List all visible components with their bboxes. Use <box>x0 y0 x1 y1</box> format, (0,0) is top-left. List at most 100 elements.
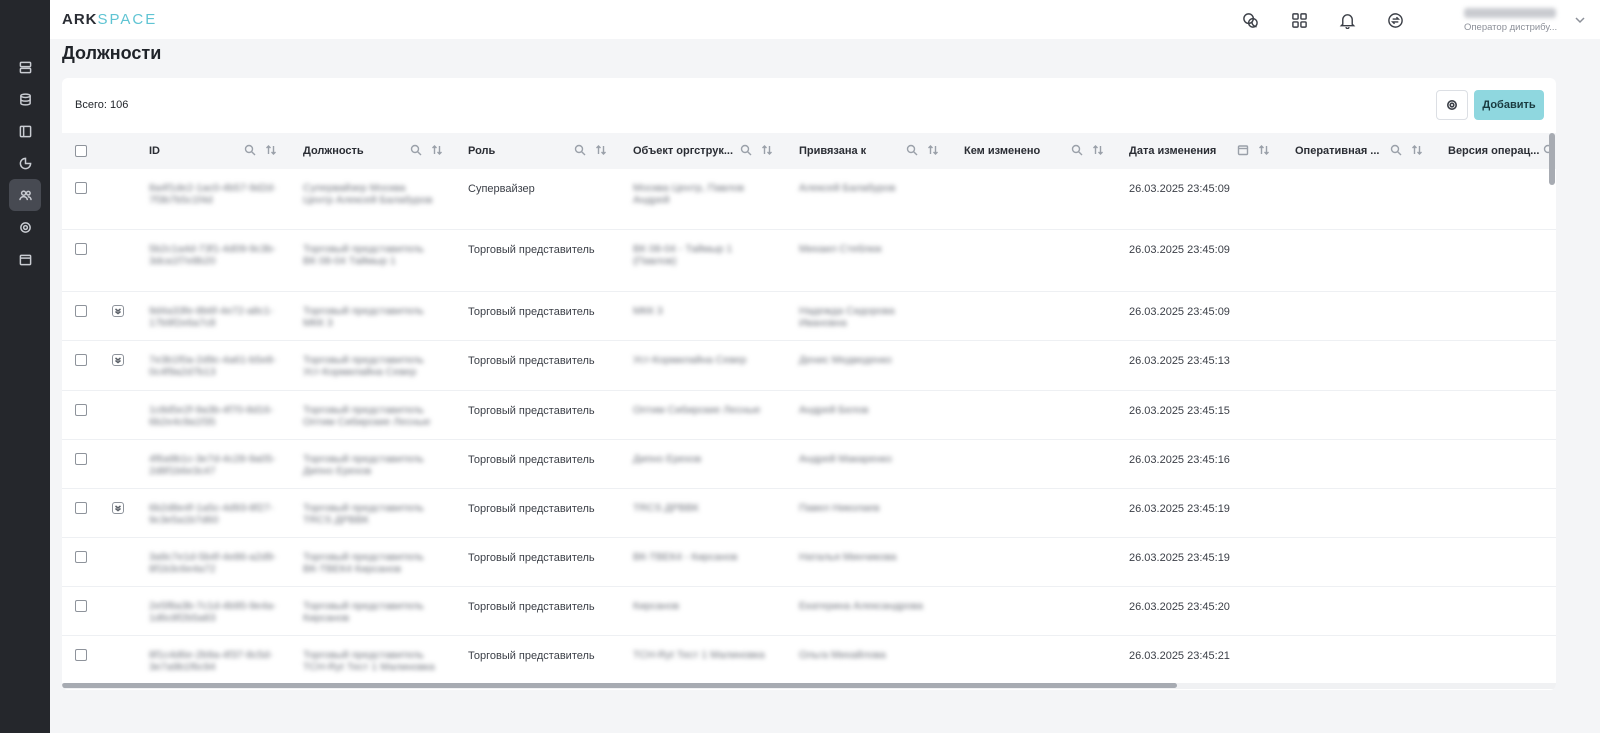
sidebar-item-layout[interactable] <box>9 115 41 147</box>
sidebar-item-users[interactable] <box>9 179 41 211</box>
calendar-icon <box>19 254 31 265</box>
row-checkbox[interactable] <box>75 600 87 612</box>
select-all-checkbox[interactable] <box>75 145 87 157</box>
search-icon[interactable] <box>906 144 918 156</box>
row-expand-button[interactable] <box>112 502 124 514</box>
column-header-changed-by[interactable]: Кем изменено <box>964 133 1040 169</box>
cell-change-date: 26.03.2025 23:45:09 <box>1129 306 1230 318</box>
sort-icon[interactable] <box>595 144 607 156</box>
table-row[interactable]: 2e5f8a3b-7c1d-4b95-9e4a-1d6c8f2b5a83 Тор… <box>62 587 1556 636</box>
cell-id: 8a4f1de2-1ac0-4b57-9d2d-7f3b7b5c1f4d <box>149 182 277 206</box>
user-name <box>1464 8 1556 18</box>
table-row[interactable]: 5b2c1a4d-73f1-4d09-9c3b-3dca1f7e8b20 Тор… <box>62 230 1556 292</box>
sidebar-item-settings[interactable] <box>9 211 41 243</box>
sort-icon[interactable] <box>1258 144 1270 156</box>
app-logo[interactable]: ARKSPACE <box>62 11 157 28</box>
table-settings-button[interactable] <box>1436 90 1468 120</box>
chat-icon <box>1242 12 1258 28</box>
sidebar-item-calendar[interactable] <box>9 243 41 275</box>
table-row[interactable]: 9d4a33fe-8b6f-4e72-a8c1-17b9f2e6a7c8 Тор… <box>62 292 1556 341</box>
vertical-scrollbar[interactable] <box>1549 133 1555 185</box>
user-menu[interactable]: Оператор дистрибу... <box>1464 5 1574 33</box>
column-header-position[interactable]: Должность <box>303 133 364 169</box>
sidebar-item-reports[interactable] <box>9 147 41 179</box>
row-checkbox[interactable] <box>75 182 87 194</box>
cell-bound-to: Наталья Минчикова <box>799 551 897 563</box>
cell-change-date: 26.03.2025 23:45:20 <box>1129 601 1230 613</box>
cell-id: 4f6a9b1c-3e7d-4c28-9a05-2d8f1b6e3c47 <box>149 453 276 477</box>
sort-icon[interactable] <box>761 144 773 156</box>
sort-icon[interactable] <box>1092 144 1104 156</box>
cell-org-object: Оптим Сибирские Лесные <box>633 404 761 416</box>
column-header-role[interactable]: Роль <box>468 133 495 169</box>
row-checkbox[interactable] <box>75 453 87 465</box>
grid-icon <box>1291 12 1307 28</box>
search-icon[interactable] <box>1071 144 1083 156</box>
chevron-down-icon[interactable] <box>1574 13 1586 25</box>
cell-org-object: ВК 08-04 - Таймыр 1 (Павлов) <box>633 243 733 267</box>
column-header-operational[interactable]: Оперативная ... <box>1295 133 1379 169</box>
cell-bound-to: Андрей Белов <box>799 404 869 416</box>
notifications-button[interactable] <box>1336 9 1358 31</box>
search-icon[interactable] <box>574 144 586 156</box>
database-icon <box>19 92 31 106</box>
row-checkbox[interactable] <box>75 502 87 514</box>
cell-change-date: 26.03.2025 23:45:21 <box>1129 650 1230 662</box>
table-row[interactable]: 8f1c4d6e-2b9a-4f37-8c5d-3e7a9b1f6c94 Тор… <box>62 636 1556 683</box>
row-checkbox[interactable] <box>75 551 87 563</box>
table-header: ID Должность Роль Объект оргструк... При… <box>62 133 1556 169</box>
row-checkbox[interactable] <box>75 243 87 255</box>
chat-button[interactable] <box>1239 9 1261 31</box>
column-header-change-date[interactable]: Дата изменения <box>1129 133 1216 169</box>
cell-bound-to: Екатерина Александрова <box>799 600 923 612</box>
table-row[interactable]: 4f6a9b1c-3e7d-4c28-9a05-2d8f1b6e3c47 Тор… <box>62 440 1556 489</box>
row-expand-button[interactable] <box>112 354 124 366</box>
column-header-org-object[interactable]: Объект оргструк... <box>633 133 733 169</box>
row-checkbox[interactable] <box>75 305 87 317</box>
cell-change-date: 26.03.2025 23:45:16 <box>1129 454 1230 466</box>
sort-icon[interactable] <box>265 144 277 156</box>
row-checkbox[interactable] <box>75 404 87 416</box>
cell-bound-to: Павел Николаев <box>799 502 880 514</box>
chevron-down-icon <box>115 505 121 512</box>
calendar-icon[interactable] <box>1237 144 1249 156</box>
sidebar-item-database[interactable] <box>9 83 41 115</box>
sidebar-item-servers[interactable] <box>9 51 41 83</box>
apps-button[interactable] <box>1288 9 1310 31</box>
table-row[interactable]: 3a9c7e1d-5b4f-4e86-a2d9-8f1b3c6e4a72 Тор… <box>62 538 1556 587</box>
sort-icon[interactable] <box>1411 144 1423 156</box>
search-icon[interactable] <box>1390 144 1402 156</box>
cell-role: Торговый представитель <box>468 552 595 564</box>
search-icon[interactable] <box>410 144 422 156</box>
horizontal-scrollbar[interactable] <box>62 683 1177 688</box>
server-icon <box>19 61 31 73</box>
cell-org-object: Дипно Ерехов <box>633 453 702 465</box>
pie-chart-icon <box>19 157 31 169</box>
row-expand-button[interactable] <box>112 305 124 317</box>
cell-id: 5b2c1a4d-73f1-4d09-9c3b-3dca1f7e8b20 <box>149 243 276 267</box>
table-row[interactable]: 7e3b1f0a-2d9c-4a61-b5e8-0c4f9a2d7b13 Тор… <box>62 341 1556 391</box>
column-header-id[interactable]: ID <box>149 133 160 169</box>
cell-change-date: 26.03.2025 23:45:15 <box>1129 405 1230 417</box>
table-row[interactable]: 6b2d8e4f-1a5c-4d93-8f27-9c3e5a1b7d60 Тор… <box>62 489 1556 538</box>
row-checkbox[interactable] <box>75 649 87 661</box>
cell-position: Супервайзер Москва Центр Алексей Балабур… <box>303 182 433 206</box>
cell-change-date: 26.03.2025 23:45:09 <box>1129 183 1230 195</box>
table-row[interactable]: 8a4f1de2-1ac0-4b57-9d2d-7f3b7b5c1f4d Суп… <box>62 169 1556 230</box>
search-icon[interactable] <box>244 144 256 156</box>
add-button[interactable]: Добавить <box>1474 90 1544 120</box>
table-row[interactable]: 1c8d5e2f-9a3b-4f70-8d16-6b2e4c9a1f35 Тор… <box>62 391 1556 440</box>
gear-icon <box>19 221 31 233</box>
user-role: Оператор дистрибу... <box>1464 22 1558 33</box>
cell-position: Торговый представитель Дипно Ерехов <box>303 453 424 477</box>
search-icon[interactable] <box>740 144 752 156</box>
column-header-version[interactable]: Версия операц... <box>1448 133 1539 169</box>
cell-role: Торговый представитель <box>468 355 595 367</box>
sort-icon[interactable] <box>927 144 939 156</box>
sync-button[interactable] <box>1384 9 1406 31</box>
bell-icon <box>1339 13 1355 29</box>
column-header-bound-to[interactable]: Привязана к <box>799 133 866 169</box>
sort-icon[interactable] <box>431 144 443 156</box>
users-icon <box>18 189 32 200</box>
row-checkbox[interactable] <box>75 354 87 366</box>
